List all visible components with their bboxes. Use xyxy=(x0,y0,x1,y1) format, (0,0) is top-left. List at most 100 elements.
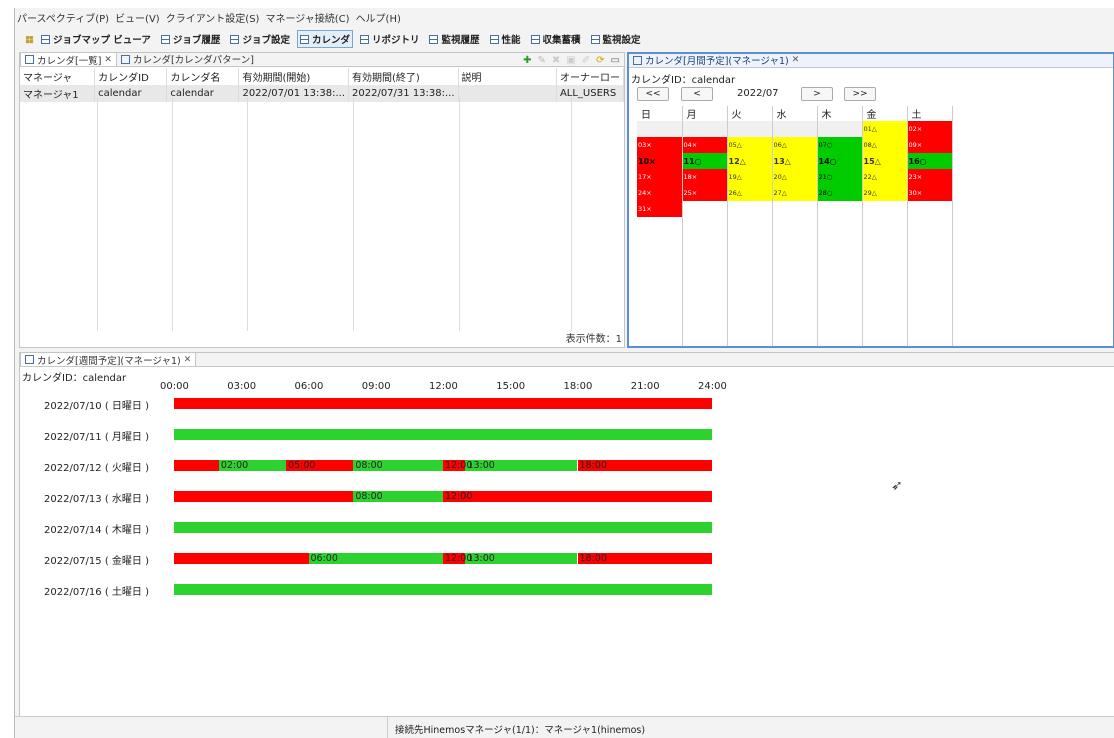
hour-tick-label: 03:00 xyxy=(227,381,257,392)
col-calendar-id[interactable]: カレンダID xyxy=(94,68,168,85)
hour-tick-label: 15:00 xyxy=(496,381,526,392)
calendar-icon xyxy=(25,55,34,64)
operating-segment xyxy=(174,522,712,533)
col-owner-role[interactable]: オーナーロー xyxy=(556,68,625,85)
monthly-calendar-pane: カレンダ[月間予定](マネージャ1) ✕ カレンダID：calendar << <… xyxy=(627,52,1114,348)
col-valid-from[interactable]: 有効期間(開始) xyxy=(238,68,349,85)
hour-tick-label: 12:00 xyxy=(429,381,458,392)
grid-icon xyxy=(489,34,499,44)
close-icon[interactable]: ✕ xyxy=(792,55,800,65)
toolbar-job-settings[interactable]: ジョブ設定 xyxy=(227,30,293,48)
toolbar-job-history[interactable]: ジョブ履歴 xyxy=(158,30,224,48)
toolbar-monitor-settings[interactable]: 監視設定 xyxy=(588,30,644,48)
grid-icon xyxy=(230,34,240,44)
day-label: 2022/07/13 ( 水曜日 ) xyxy=(44,494,149,505)
table-header: マネージャ カレンダID カレンダ名 有効期間(開始) 有効期間(終了) 説明 … xyxy=(20,68,625,85)
grid-icon xyxy=(429,34,439,44)
link-icon[interactable]: ✐ xyxy=(582,55,590,66)
segment-time-label: 18:00 xyxy=(579,553,607,564)
day-label: 2022/07/15 ( 金曜日 ) xyxy=(44,556,149,567)
calendar-icon xyxy=(633,55,642,65)
hour-tick-label: 06:00 xyxy=(294,381,324,392)
delete-icon[interactable]: ✖ xyxy=(552,55,560,66)
non-operating-segment xyxy=(174,553,309,564)
grid-icon xyxy=(40,34,50,44)
tab-weekly-schedule[interactable]: カレンダ[週間予定](マネージャ1) ✕ xyxy=(20,352,197,367)
toolbar-repository[interactable]: リポジトリ xyxy=(357,30,423,48)
toolbar-collection[interactable]: 収集蓄積 xyxy=(528,30,584,48)
hour-tick-label: 00:00 xyxy=(160,381,189,392)
day-row: 2022/07/14 ( 木曜日 ) xyxy=(20,521,1114,536)
toolbar-jobmap-viewer[interactable]: ジョブマップ ビューア xyxy=(38,30,154,48)
col-manager[interactable]: マネージャ xyxy=(20,68,96,85)
next-year-button[interactable]: >> xyxy=(844,87,876,101)
day-label: 2022/07/14 ( 木曜日 ) xyxy=(44,525,149,536)
segment-time-label: 02:00 xyxy=(220,460,249,471)
refresh-icon[interactable]: ⟳ xyxy=(596,55,604,66)
current-month: 2022/07 xyxy=(737,88,779,99)
non-operating-segment xyxy=(443,491,712,502)
menu-view[interactable]: ビュー(V) xyxy=(115,10,160,26)
close-icon[interactable]: ✕ xyxy=(104,55,112,65)
hour-tick-label: 18:00 xyxy=(563,381,593,392)
prev-year-button[interactable]: << xyxy=(637,87,669,101)
col-calendar-name[interactable]: カレンダ名 xyxy=(166,68,240,85)
tab-calendar-pattern[interactable]: カレンダ[カレンダパターン] xyxy=(117,52,258,66)
segment-time-label: 05:00 xyxy=(288,460,316,471)
app-window: パースペクティブ(P) ビュー(V) クライアント設定(S) マネージャ接続(C… xyxy=(14,8,1114,738)
perspective-toolbar: ▦ ジョブマップ ビューア ジョブ履歴 ジョブ設定 カレンダ リポジトリ 監視履… xyxy=(15,30,1114,48)
edit-icon[interactable]: ✎ xyxy=(538,55,546,66)
tab-calendar-list[interactable]: カレンダ[一覧] ✕ xyxy=(20,52,117,67)
segment-time-label: 12:00 xyxy=(445,491,473,502)
operating-segment xyxy=(174,429,712,440)
add-icon[interactable]: ✚ xyxy=(523,55,531,66)
tab-monthly-schedule[interactable]: カレンダ[月間予定](マネージャ1) ✕ xyxy=(629,53,803,67)
col-description[interactable]: 説明 xyxy=(458,68,557,85)
minimize-icon[interactable]: ▭ xyxy=(611,55,620,66)
day-label: 2022/07/10 ( 日曜日 ) xyxy=(44,401,149,412)
monthly-tabs: カレンダ[月間予定](マネージャ1) ✕ xyxy=(629,54,1113,68)
day-label: 2022/07/16 ( 土曜日 ) xyxy=(44,587,149,598)
status-bar: 接続先Hinemosマネージャ(1/1)：マネージャ1(hinemos) xyxy=(15,716,1114,738)
segment-time-label: 13:00 xyxy=(467,553,495,564)
day-row: 2022/07/13 ( 水曜日 ) 08:00 12:00 xyxy=(20,490,1114,505)
segment-time-label: 06:00 xyxy=(310,553,338,564)
open-perspective-icon[interactable]: ▦ xyxy=(25,34,34,45)
segment-time-label: 13:00 xyxy=(467,460,495,471)
day-row: 2022/07/12 ( 火曜日 ) 02:00 05:00 08:00 12:00 13… xyxy=(20,459,1114,474)
weekly-schedule-pane: カレンダ[週間予定](マネージャ1) ✕ カレンダID：calendar 00:0… xyxy=(19,352,1114,718)
day-label: 2022/07/11 ( 月曜日 ) xyxy=(44,432,149,443)
menu-client-settings[interactable]: クライアント設定(S) xyxy=(166,10,260,26)
day-row: 2022/07/11 ( 月曜日 ) xyxy=(20,428,1114,443)
non-operating-segment xyxy=(174,491,354,502)
connection-status: 接続先Hinemosマネージャ(1/1)：マネージャ1(hinemos) xyxy=(395,725,646,736)
next-month-button[interactable]: > xyxy=(801,87,833,101)
menu-help[interactable]: ヘルプ(H) xyxy=(356,10,401,26)
day-row: 2022/07/10 ( 日曜日 ) xyxy=(20,397,1114,412)
close-icon[interactable]: ✕ xyxy=(184,355,192,365)
non-operating-segment xyxy=(174,460,219,471)
toolbar-calendar[interactable]: カレンダ xyxy=(296,30,353,48)
menu-manager-connection[interactable]: マネージャ接続(C) xyxy=(265,10,349,26)
segment-time-label: 18:00 xyxy=(579,460,607,471)
operating-segment xyxy=(174,584,712,595)
calendar-icon xyxy=(120,54,130,64)
monthly-calendar-id: カレンダID：calendar xyxy=(631,75,736,86)
month-grid-lines xyxy=(637,118,953,346)
col-valid-to[interactable]: 有効期間(終了) xyxy=(348,68,459,85)
toolbar-performance[interactable]: 性能 xyxy=(487,30,524,48)
list-actions: ✚ ✎ ✖ ▣ ✐ ⟳ ▭ xyxy=(523,55,624,66)
day-row: 2022/07/15 ( 金曜日 ) 06:00 12:00 13:00 18:00 xyxy=(20,552,1114,567)
calendar-list-tabs: カレンダ[一覧] ✕ カレンダ[カレンダパターン] ✚ ✎ ✖ ▣ ✐ ⟳ ▭ xyxy=(20,52,624,67)
weekly-timeline: 00:00 03:00 06:00 09:00 12:00 15:00 18:00 21:00… xyxy=(20,381,1114,701)
toolbar-monitor-history[interactable]: 監視履歴 xyxy=(426,30,482,48)
weekly-tabs: カレンダ[週間予定](マネージャ1) ✕ xyxy=(20,352,1114,367)
calendar-icon xyxy=(25,355,34,364)
menu-bar: パースペクティブ(P) ビュー(V) クライアント設定(S) マネージャ接続(C… xyxy=(15,10,1114,26)
prev-month-button[interactable]: < xyxy=(681,87,713,101)
mouse-cursor-icon: ➶ xyxy=(891,478,903,494)
non-operating-segment xyxy=(174,398,712,409)
copy-icon[interactable]: ▣ xyxy=(566,55,575,66)
menu-perspective[interactable]: パースペクティブ(P) xyxy=(17,10,109,26)
grid-icon xyxy=(359,34,369,44)
